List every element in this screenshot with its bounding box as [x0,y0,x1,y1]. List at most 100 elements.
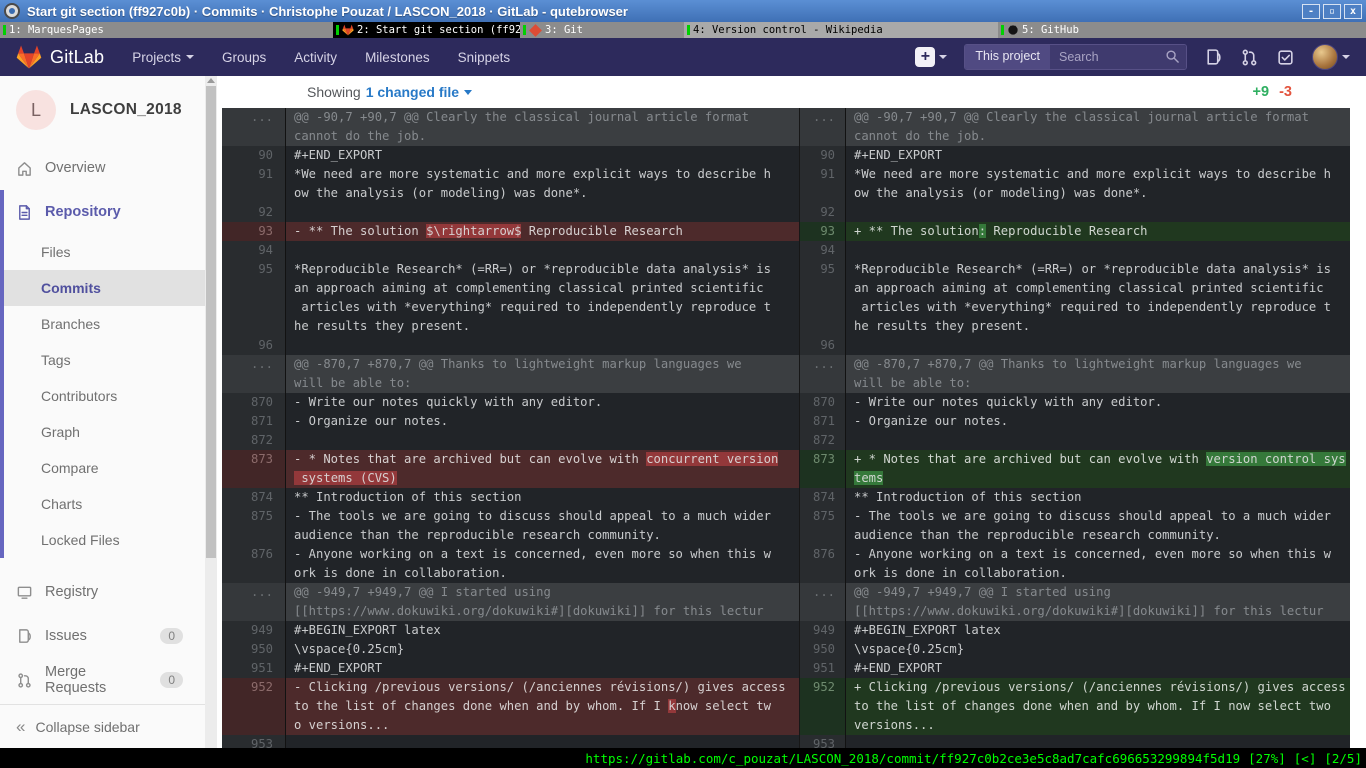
diff-line-number[interactable]: 92 [222,203,286,222]
minimize-button[interactable]: - [1302,4,1320,19]
sidebar-item-compare[interactable]: Compare [4,450,205,486]
diff-line-content: - ** The solution $\rightarrow$ Reproduc… [286,222,799,241]
diff-line-number[interactable]: 875 [800,507,846,545]
diff-line-number[interactable]: 876 [800,545,846,583]
diff-line-number[interactable]: 952 [222,678,286,735]
diff-line-number[interactable]: 93 [222,222,286,241]
todos-icon[interactable] [1276,48,1295,67]
merge-request-icon[interactable] [1240,48,1259,67]
diff-line-number[interactable]: 94 [222,241,286,260]
diff-line-number[interactable]: 871 [222,412,286,431]
tab-marquespages[interactable]: 1: MarquesPages [0,22,333,38]
sidebar-item-registry[interactable]: Registry [0,570,205,614]
nav-snippets[interactable]: Snippets [458,50,511,65]
sidebar-item-repository[interactable]: Repository [4,190,205,234]
diff-row: 949#+BEGIN_EXPORT latex [800,621,1350,640]
window-title: Start git section (ff927c0b) · Commits ·… [27,4,628,19]
diff-row: ...@@ -949,7 +949,7 @@ I started using [… [222,583,799,621]
diff-line-content: *Reproducible Research* (=RR=) or *repro… [286,260,799,336]
diff-line-number[interactable]: 872 [222,431,286,450]
statusbar-url: https://gitlab.com/c_pouzat/LASCON_2018/… [585,751,1240,766]
diff-line-number[interactable]: 953 [800,735,846,748]
sidebar-item-commits[interactable]: Commits [4,270,205,306]
issues-icon[interactable] [1204,48,1223,67]
diff-line-number[interactable]: 92 [800,203,846,222]
diff-line-number[interactable]: 876 [222,545,286,583]
close-button[interactable]: x [1344,4,1362,19]
diff-line-number[interactable]: 90 [222,146,286,165]
diff-line-number[interactable]: 870 [800,393,846,412]
showing-label: Showing [307,84,361,100]
sidebar-item-tags[interactable]: Tags [4,342,205,378]
sidebar-item-files[interactable]: Files [4,234,205,270]
diff-row: 951#+END_EXPORT [222,659,799,678]
project-header[interactable]: L LASCON_2018 [0,76,205,140]
nav-groups[interactable]: Groups [222,50,266,65]
diff-line-number[interactable]: 873 [222,450,286,488]
diff-line-number[interactable]: 91 [800,165,846,203]
nav-activity[interactable]: Activity [294,50,337,65]
collapse-sidebar-button[interactable]: « Collapse sidebar [0,704,205,748]
diff-line-content: *We need are more systematic and more ex… [846,165,1350,203]
diff-line-number[interactable]: 949 [222,621,286,640]
diff-line-number[interactable]: 951 [222,659,286,678]
diff-line-number[interactable]: 96 [800,336,846,355]
nav-projects[interactable]: Projects [132,50,194,65]
new-menu-button[interactable]: + [915,47,947,67]
diff-line-number[interactable]: 953 [222,735,286,748]
diff-line-number[interactable]: 952 [800,678,846,735]
diff-line-content: @@ -949,7 +949,7 @@ I started using [[ht… [846,583,1350,621]
sidebar-item-contributors[interactable]: Contributors [4,378,205,414]
diff-line-number[interactable]: 96 [222,336,286,355]
tab-github[interactable]: 5: GitHub [998,22,1366,38]
sidebar-item-issues[interactable]: Issues 0 [0,614,205,658]
diff-line-number[interactable]: 91 [222,165,286,203]
sidebar-item-merge-requests[interactable]: Merge Requests 0 [0,658,205,702]
nav-milestones[interactable]: Milestones [365,50,430,65]
diff-line-number[interactable]: 872 [800,431,846,450]
tab-wikipedia[interactable]: 4: Version control - Wikipedia [684,22,998,38]
sidebar-item-graph[interactable]: Graph [4,414,205,450]
diff-line-content: + Clicking /previous versions/ (/ancienn… [846,678,1350,735]
sidebar-item-locked-files[interactable]: Locked Files [4,522,205,558]
diff-line-number[interactable]: 90 [800,146,846,165]
diff-line-number[interactable]: 874 [222,488,286,507]
sidebar-item-overview[interactable]: Overview [0,146,205,190]
diff-row: 872 [222,431,799,450]
diff-line-content: + * Notes that are archived but can evol… [846,450,1350,488]
scrollbar-thumb[interactable] [206,86,216,558]
diff-line-number[interactable]: 950 [800,640,846,659]
sidebar-item-charts[interactable]: Charts [4,486,205,522]
diff-line-number[interactable]: 951 [800,659,846,678]
sidebar-item-branches[interactable]: Branches [4,306,205,342]
tab-gitlab-commit[interactable]: 2: Start git section (ff927c… [333,22,520,38]
gitlab-logo[interactable]: GitLab [16,44,104,70]
user-menu[interactable] [1312,44,1350,70]
maximize-button[interactable]: ▫ [1323,4,1341,19]
diff-line-number[interactable]: 874 [800,488,846,507]
sidebar-scrollbar[interactable] [205,76,217,748]
diff-line-number[interactable]: 950 [222,640,286,659]
diff-row: 92 [222,203,799,222]
tab-label: 1: MarquesPages [9,24,104,36]
diff-row: ...@@ -949,7 +949,7 @@ I started using [… [800,583,1350,621]
tab-git[interactable]: 3: Git [520,22,684,38]
diff-line-number[interactable]: 871 [800,412,846,431]
diff-line-number[interactable]: 949 [800,621,846,640]
tab-indicator [523,25,526,35]
diff-line-number[interactable]: 873 [800,450,846,488]
diff-line-number[interactable]: 94 [800,241,846,260]
diff-word-highlight: k [668,699,675,713]
diff-line-number[interactable]: 95 [222,260,286,336]
changed-files-dropdown[interactable]: 1 changed file [366,84,472,100]
diff-line-content: + ** The solution: Reproducible Research [846,222,1350,241]
scrollbar-up-arrow[interactable] [207,78,215,83]
tab-indicator [336,25,339,35]
diff-line-number: ... [222,583,286,621]
diff-line-number[interactable]: 93 [800,222,846,241]
diff-row: 872 [800,431,1350,450]
diff-line-number[interactable]: 95 [800,260,846,336]
diff-line-number[interactable]: 875 [222,507,286,545]
qutebrowser-window: Start git section (ff927c0b) · Commits ·… [0,0,1366,768]
diff-line-number[interactable]: 870 [222,393,286,412]
